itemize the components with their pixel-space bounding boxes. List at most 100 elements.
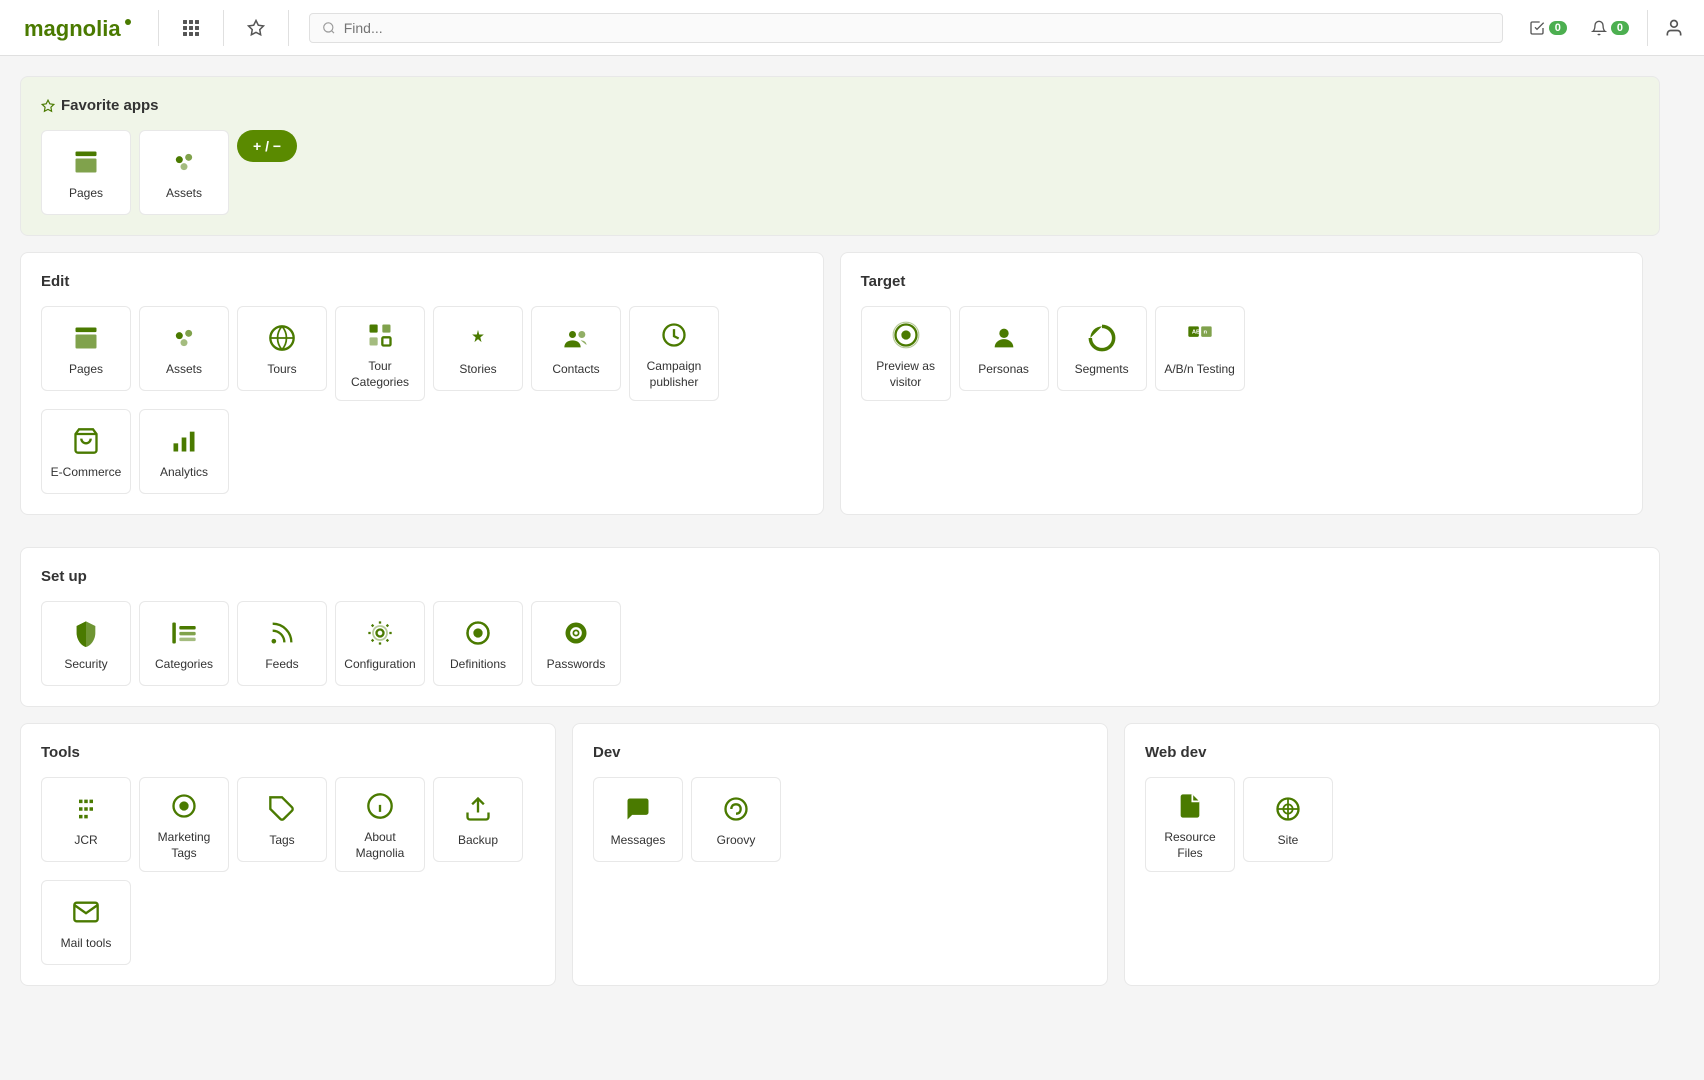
- analytics-icon: [166, 423, 202, 459]
- tags-icon: [264, 791, 300, 827]
- setup-feeds-tile[interactable]: Feeds: [237, 601, 327, 686]
- webdev-apps-row: Resource Files Site: [1145, 777, 1639, 872]
- target-title: Target: [861, 273, 1623, 290]
- setup-categories-tile[interactable]: Categories: [139, 601, 229, 686]
- logo-svg: magnolia: [24, 14, 134, 42]
- dev-apps-row: Messages Groovy: [593, 777, 1087, 862]
- tools-title: Tools: [41, 744, 535, 761]
- notifications-badge: 0: [1611, 21, 1629, 35]
- target-segments-tile[interactable]: Segments: [1057, 306, 1147, 391]
- setup-apps-row: Security Categories: [41, 601, 1639, 686]
- webdev-resource-files-tile[interactable]: Resource Files: [1145, 777, 1235, 872]
- webdev-site-tile[interactable]: Site: [1243, 777, 1333, 862]
- tasks-icon: [1529, 20, 1545, 36]
- favorites-star-icon: [41, 99, 55, 113]
- tools-about-magnolia-tile[interactable]: About Magnolia: [335, 777, 425, 872]
- setup-passwords-tile[interactable]: Passwords: [531, 601, 621, 686]
- tools-mail-tools-tile[interactable]: Mail tools: [41, 880, 131, 965]
- stories-icon: [460, 320, 496, 356]
- header-right: 0 0: [1519, 10, 1692, 46]
- search-icon: [322, 21, 336, 35]
- edit-campaign-publisher-tile[interactable]: Campaign publisher: [629, 306, 719, 401]
- groovy-icon: [718, 791, 754, 827]
- dev-messages-tile[interactable]: Messages: [593, 777, 683, 862]
- tools-section: Tools JCR: [20, 723, 556, 986]
- add-remove-favorites-button[interactable]: + / −: [237, 130, 297, 162]
- edit-assets-tile[interactable]: Assets: [139, 306, 229, 391]
- mail-tools-icon: [68, 894, 104, 930]
- apps-grid-button[interactable]: [171, 8, 211, 48]
- tour-categories-icon: [362, 317, 398, 353]
- edit-ecommerce-tile[interactable]: E-Commerce: [41, 409, 131, 494]
- tools-marketing-tags-tile[interactable]: Marketing Tags: [139, 777, 229, 872]
- preview-as-visitor-icon: [888, 317, 924, 353]
- edit-apps-row: Pages Assets: [41, 306, 803, 494]
- search-bar[interactable]: [309, 13, 1503, 43]
- svg-text:AB: AB: [1191, 329, 1199, 335]
- ecommerce-icon: [68, 423, 104, 459]
- main-content: Favorite apps Pages Assets: [0, 56, 1680, 1022]
- edit-analytics-tile[interactable]: Analytics: [139, 409, 229, 494]
- passwords-icon: [558, 615, 594, 651]
- about-magnolia-icon: [362, 788, 398, 824]
- target-personas-tile[interactable]: Personas: [959, 306, 1049, 391]
- tools-backup-tile[interactable]: Backup: [433, 777, 523, 862]
- setup-security-tile[interactable]: Security: [41, 601, 131, 686]
- bottom-sections-row: Tools JCR: [20, 723, 1660, 1002]
- assets-icon: [166, 144, 202, 180]
- tools-jcr-tile[interactable]: JCR: [41, 777, 131, 862]
- definitions-icon: [460, 615, 496, 651]
- edit-pages-tile[interactable]: Pages: [41, 306, 131, 391]
- dev-section: Dev Messages: [572, 723, 1108, 986]
- contacts-icon: [558, 320, 594, 356]
- dev-title: Dev: [593, 744, 1087, 761]
- personas-icon: [986, 320, 1022, 356]
- marketing-tags-icon: [166, 788, 202, 824]
- user-icon: [1664, 18, 1684, 38]
- edit-stories-tile[interactable]: Stories: [433, 306, 523, 391]
- edit-tour-categories-tile[interactable]: Tour Categories: [335, 306, 425, 401]
- campaign-publisher-icon: [656, 317, 692, 353]
- segments-icon: [1084, 320, 1120, 356]
- pages-icon: [68, 144, 104, 180]
- edit-target-row: Edit Pages Assets: [20, 252, 1660, 531]
- configuration-icon: [362, 615, 398, 651]
- favorites-section: Favorite apps Pages Assets: [20, 76, 1660, 236]
- feeds-icon: [264, 615, 300, 651]
- messages-icon: [620, 791, 656, 827]
- favorite-assets-tile[interactable]: Assets: [139, 130, 229, 215]
- tasks-button[interactable]: 0: [1519, 16, 1577, 40]
- tools-apps-row: JCR Marketing Tags: [41, 777, 535, 965]
- edit-title: Edit: [41, 273, 803, 290]
- favorite-pages-tile[interactable]: Pages: [41, 130, 131, 215]
- setup-section: Set up Security: [20, 547, 1660, 707]
- logo: magnolia: [12, 14, 146, 42]
- edit-tours-tile[interactable]: Tours: [237, 306, 327, 391]
- favorites-button[interactable]: [236, 8, 276, 48]
- dev-groovy-tile[interactable]: Groovy: [691, 777, 781, 862]
- webdev-title: Web dev: [1145, 744, 1639, 761]
- bell-icon: [1591, 20, 1607, 36]
- tours-icon: [264, 320, 300, 356]
- favorites-apps-row: Pages Assets + / −: [41, 130, 1639, 215]
- setup-definitions-tile[interactable]: Definitions: [433, 601, 523, 686]
- target-section: Target Preview as visitor: [840, 252, 1644, 515]
- notifications-button[interactable]: 0: [1581, 16, 1639, 40]
- search-input[interactable]: [344, 20, 1490, 36]
- setup-configuration-tile[interactable]: Configuration: [335, 601, 425, 686]
- svg-text:magnolia: magnolia: [24, 16, 121, 41]
- header-divider-4: [1647, 10, 1648, 46]
- site-icon: [1270, 791, 1306, 827]
- header-divider-3: [288, 10, 289, 46]
- target-preview-tile[interactable]: Preview as visitor: [861, 306, 951, 401]
- target-abn-testing-tile[interactable]: AB n A/B/n Testing: [1155, 306, 1245, 391]
- resource-files-icon: [1172, 788, 1208, 824]
- tools-tags-tile[interactable]: Tags: [237, 777, 327, 862]
- edit-section: Edit Pages Assets: [20, 252, 824, 515]
- grid-icon: [182, 19, 200, 37]
- user-avatar-button[interactable]: [1656, 10, 1692, 46]
- tasks-badge: 0: [1549, 21, 1567, 35]
- header-divider-2: [223, 10, 224, 46]
- edit-contacts-tile[interactable]: Contacts: [531, 306, 621, 391]
- header-divider-1: [158, 10, 159, 46]
